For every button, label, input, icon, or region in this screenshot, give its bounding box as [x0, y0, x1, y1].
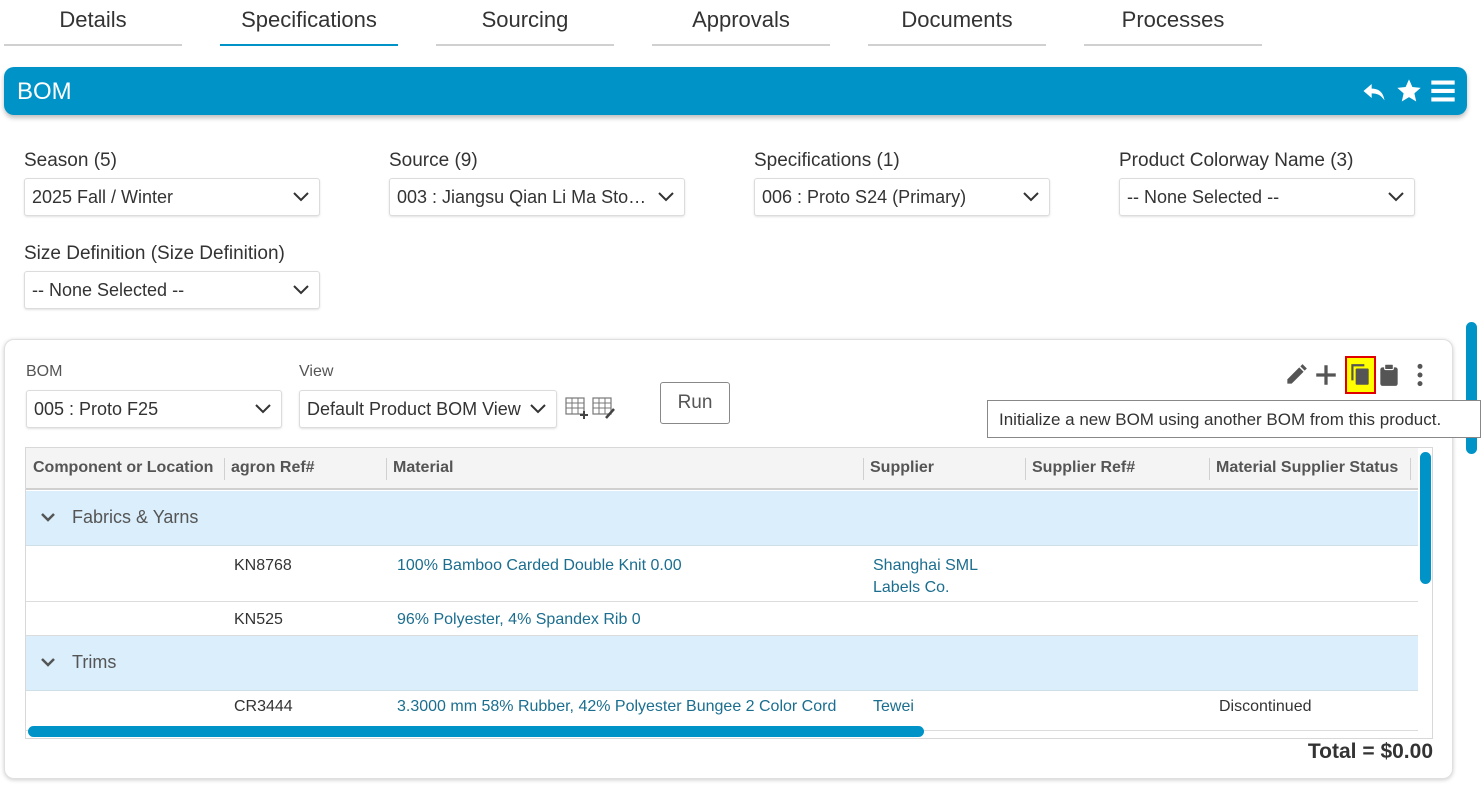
bom-select-label: BOM: [26, 363, 63, 380]
group-label: Trims: [72, 652, 117, 672]
view-select-label: View: [299, 363, 334, 380]
more-icon[interactable]: [1407, 362, 1433, 388]
size-definition-label: Size Definition (Size Definition): [24, 243, 285, 264]
reply-icon[interactable]: [1360, 77, 1388, 105]
chevron-down-icon[interactable]: [40, 656, 56, 668]
view-select-value: Default Product BOM View: [307, 399, 521, 419]
column-header[interactable]: Supplier Ref#: [1032, 459, 1135, 477]
season-label: Season (5): [24, 150, 117, 171]
ref-cell: CR3444: [234, 698, 293, 715]
size-definition-value: -- None Selected --: [32, 280, 185, 300]
chevron-down-icon: [293, 285, 309, 295]
chevron-down-icon[interactable]: [40, 511, 56, 523]
source-label: Source (9): [389, 150, 478, 171]
specifications-filter: Specifications (1) 006 : Proto S24 (Prim…: [754, 150, 1050, 216]
table-header: Component or Location agron Ref# Materia…: [26, 448, 1432, 490]
source-select[interactable]: 003 : Jiangsu Qian Li Ma Stock...: [389, 178, 685, 216]
source-filter: Source (9) 003 : Jiangsu Qian Li Ma Stoc…: [389, 150, 685, 216]
ref-cell: KN525: [234, 611, 283, 628]
tab-processes[interactable]: Processes: [1084, 0, 1262, 46]
colorway-filter: Product Colorway Name (3) -- None Select…: [1119, 150, 1415, 216]
copy-icon[interactable]: [1347, 362, 1373, 388]
page-title: BOM: [17, 78, 72, 105]
bom-select[interactable]: 005 : Proto F25: [26, 390, 282, 428]
view-select[interactable]: Default Product BOM View: [299, 390, 557, 428]
tab-specifications[interactable]: Specifications: [220, 0, 398, 46]
column-header[interactable]: Component or Location: [33, 459, 213, 477]
colorway-value: -- None Selected --: [1127, 187, 1280, 207]
column-header[interactable]: Material Supplier Status: [1216, 459, 1398, 477]
menu-icon[interactable]: [1429, 77, 1457, 105]
material-link[interactable]: 3.3000 mm 58% Rubber, 42% Polyester Bung…: [397, 696, 836, 718]
material-link[interactable]: 96% Polyester, 4% Spandex Rib 0: [397, 609, 641, 631]
tab-bar: Details Specifications Sourcing Approval…: [0, 0, 1481, 46]
tab-sourcing[interactable]: Sourcing: [436, 0, 614, 46]
edit-view-icon[interactable]: [592, 397, 616, 419]
season-value: 2025 Fall / Winter: [32, 187, 174, 207]
group-row: Fabrics & Yarns: [26, 491, 1419, 546]
status-cell: Discontinued: [1219, 698, 1312, 715]
supplier-link[interactable]: Shanghai SML Labels Co.: [873, 555, 978, 599]
supplier-line: Shanghai SML: [873, 557, 978, 574]
chevron-down-icon: [1023, 192, 1039, 202]
season-filter: Season (5) 2025 Fall / Winter: [24, 150, 320, 216]
table-row: CR3444 3.3000 mm 58% Rubber, 42% Polyest…: [26, 691, 1419, 731]
chevron-down-icon: [1388, 192, 1404, 202]
bom-table: Component or Location agron Ref# Materia…: [25, 447, 1433, 739]
column-header[interactable]: agron Ref#: [231, 459, 315, 477]
season-select[interactable]: 2025 Fall / Winter: [24, 178, 320, 216]
tab-approvals[interactable]: Approvals: [652, 0, 830, 46]
edit-icon[interactable]: [1283, 362, 1309, 388]
specifications-select[interactable]: 006 : Proto S24 (Primary): [754, 178, 1050, 216]
ref-cell: KN8768: [234, 557, 292, 574]
bom-header-bar: BOM: [4, 67, 1467, 115]
table-horizontal-scrollbar[interactable]: [28, 726, 924, 737]
table-vertical-scrollbar-track: [1418, 448, 1432, 738]
size-definition-filter: Size Definition (Size Definition) -- Non…: [24, 243, 320, 309]
tab-details[interactable]: Details: [4, 0, 182, 46]
column-header[interactable]: Supplier: [870, 459, 934, 477]
supplier-line: Labels Co.: [873, 579, 950, 596]
add-icon[interactable]: [1313, 362, 1339, 388]
source-value: 003 : Jiangsu Qian Li Ma Stock...: [397, 187, 650, 207]
colorway-select[interactable]: -- None Selected --: [1119, 178, 1415, 216]
tab-documents[interactable]: Documents: [868, 0, 1046, 46]
copy-bom-tooltip: Initialize a new BOM using another BOM f…: [987, 400, 1481, 438]
group-label: Fabrics & Yarns: [72, 507, 199, 527]
specifications-label: Specifications (1): [754, 150, 900, 171]
bom-total: Total = $0.00: [1307, 740, 1433, 763]
chevron-down-icon: [293, 192, 309, 202]
specifications-value: 006 : Proto S24 (Primary): [762, 187, 967, 207]
supplier-link[interactable]: Tewei: [873, 696, 914, 718]
run-button[interactable]: Run: [660, 382, 730, 424]
column-header[interactable]: Material: [393, 459, 453, 477]
table-vertical-scrollbar[interactable]: [1420, 452, 1431, 584]
table-row: KN525 96% Polyester, 4% Spandex Rib 0: [26, 602, 1419, 636]
material-link[interactable]: 100% Bamboo Carded Double Knit 0.00: [397, 555, 682, 577]
colorway-label: Product Colorway Name (3): [1119, 150, 1354, 171]
bom-select-value: 005 : Proto F25: [34, 399, 159, 419]
size-definition-select[interactable]: -- None Selected --: [24, 271, 320, 309]
chevron-down-icon: [255, 404, 271, 414]
table-row: KN8768 100% Bamboo Carded Double Knit 0.…: [26, 546, 1419, 602]
clipboard-icon[interactable]: [1376, 362, 1402, 388]
add-view-icon[interactable]: [565, 397, 589, 419]
group-row: Trims: [26, 636, 1419, 691]
star-icon[interactable]: [1395, 77, 1423, 105]
chevron-down-icon: [658, 192, 674, 202]
chevron-down-icon: [530, 404, 546, 414]
